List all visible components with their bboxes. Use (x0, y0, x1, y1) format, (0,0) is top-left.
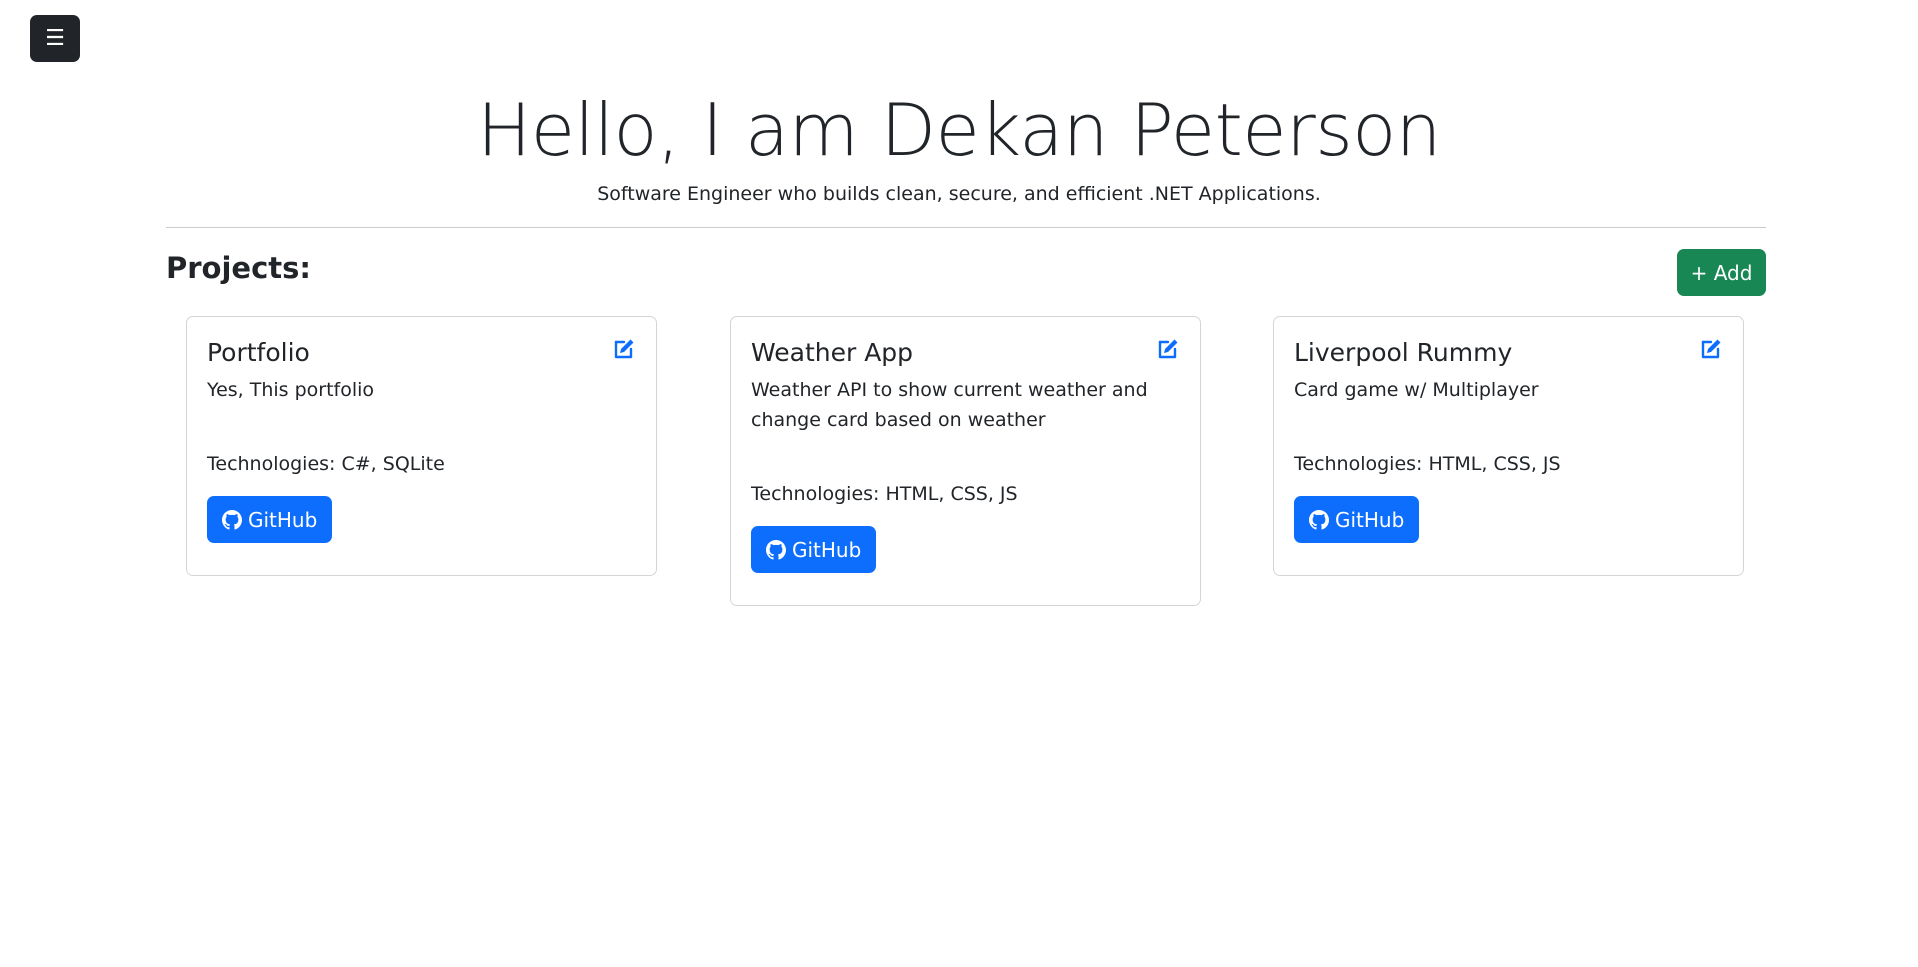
card-title: Portfolio (207, 338, 310, 367)
github-button-label: GitHub (792, 537, 862, 562)
card-technologies: Technologies: HTML, CSS, JS (751, 483, 1018, 505)
edit-icon[interactable] (1156, 337, 1180, 361)
card-technologies: Technologies: C#, SQLite (207, 453, 445, 475)
project-card: Liverpool Rummy Card game w/ Multiplayer… (1273, 316, 1744, 576)
add-project-button[interactable]: + Add (1677, 249, 1766, 296)
card-technologies: Technologies: HTML, CSS, JS (1294, 453, 1561, 475)
edit-icon[interactable] (1699, 337, 1723, 361)
github-icon (766, 539, 786, 560)
github-button[interactable]: GitHub (751, 526, 877, 573)
card-title: Weather App (751, 338, 914, 367)
menu-toggle-button[interactable]: ☰ (30, 15, 80, 62)
project-card: Portfolio Yes, This portfolio Technologi… (186, 316, 657, 576)
github-button-label: GitHub (1335, 507, 1405, 532)
project-card: Weather App Weather API to show current … (730, 316, 1201, 606)
page-title: Hello, I am Dekan Peterson (477, 88, 1441, 172)
hamburger-icon: ☰ (45, 25, 65, 51)
divider (166, 227, 1766, 228)
card-description: Card game w/ Multiplayer (1294, 379, 1539, 401)
github-button-label: GitHub (248, 507, 318, 532)
card-description: Weather API to show current weather and … (751, 379, 1148, 431)
card-title: Liverpool Rummy (1294, 338, 1513, 367)
card-description: Yes, This portfolio (207, 379, 375, 401)
github-button[interactable]: GitHub (1294, 496, 1420, 543)
github-icon (1309, 509, 1329, 530)
page-subtitle: Software Engineer who builds clean, secu… (597, 183, 1321, 205)
github-icon (222, 509, 242, 530)
edit-icon[interactable] (612, 337, 636, 361)
projects-heading: Projects: (166, 251, 311, 285)
github-button[interactable]: GitHub (207, 496, 333, 543)
